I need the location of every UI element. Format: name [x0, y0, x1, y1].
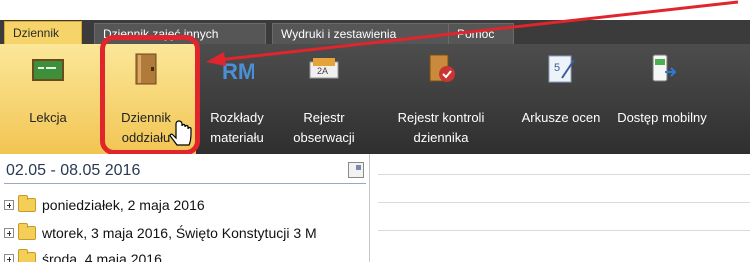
journal-control-register-icon [429, 54, 455, 82]
divider [378, 230, 750, 231]
dziennik-oddzialu-button[interactable]: Dziennik oddziału [96, 44, 196, 154]
svg-text:2A: 2A [317, 66, 328, 76]
left-panel: 02.05 - 08.05 2016 poniedziałek, 2 maja … [0, 154, 370, 262]
observation-register-icon: 2A [309, 58, 339, 79]
grade-sheets-icon: 5 [548, 55, 575, 83]
arkusze-ocen-label: Arkusze ocen [521, 110, 601, 125]
rejestr-kontroli-dziennika-label: Rejestr kontroli dziennika [397, 110, 485, 145]
folder-icon [18, 223, 36, 240]
tree-item-label: poniedziałek, 2 maja 2016 [42, 197, 205, 213]
tab-dziennik-zajec-innych[interactable]: Dziennik zajęć innych [94, 23, 266, 44]
divider [378, 202, 750, 203]
lesson-board-icon [32, 59, 64, 81]
folder-icon [18, 249, 36, 262]
dziennik-oddzialu-label: Dziennik oddziału [121, 110, 171, 145]
expand-icon[interactable] [4, 200, 14, 210]
dostep-mobilny-button[interactable]: Dostęp mobilny [610, 44, 714, 154]
date-range-text: 02.05 - 08.05 2016 [6, 162, 141, 179]
right-panel [372, 154, 750, 262]
tab-pomoc[interactable]: Pomoc [448, 23, 514, 44]
rozklady-materialu-button[interactable]: RM Rozkłady materiału [196, 44, 278, 154]
tab-wydruki-i-zestawienia[interactable]: Wydruki i zestawienia [272, 23, 450, 44]
divider [378, 174, 750, 175]
tab-dziennik[interactable]: Dziennik [4, 21, 82, 44]
date-range-bar[interactable]: 02.05 - 08.05 2016 [4, 160, 366, 184]
arkusze-ocen-button[interactable]: 5 Arkusze ocen [512, 44, 610, 154]
svg-text:5: 5 [554, 62, 560, 74]
rejestr-obserwacji-button[interactable]: 2A Rejestr obserwacji [278, 44, 370, 154]
lekcja-label: Lekcja [29, 110, 67, 125]
lekcja-button[interactable]: Lekcja [0, 44, 96, 154]
folder-icon [18, 195, 36, 212]
rejestr-kontroli-dziennika-button[interactable]: Rejestr kontroli dziennika [370, 44, 512, 154]
expand-icon[interactable] [4, 228, 14, 238]
tree-item-label: środa, 4 maja 2016 [42, 251, 162, 262]
expand-icon[interactable] [4, 254, 14, 262]
mobile-access-icon [652, 54, 677, 82]
class-journal-book-icon [135, 53, 157, 85]
svg-text:RM: RM [222, 59, 254, 84]
calendar-icon[interactable] [348, 162, 364, 178]
ribbon-toolbar: Lekcja Dziennik oddziału RM Rozkłady mat… [0, 44, 750, 154]
dostep-mobilny-label: Dostęp mobilny [617, 110, 707, 125]
rm-syllabus-icon: RM [222, 59, 254, 84]
rozklady-materialu-label: Rozkłady materiału [210, 110, 264, 145]
menu-bar: Dziennik Dziennik zajęć innych Wydruki i… [0, 0, 750, 44]
rejestr-obserwacji-label: Rejestr obserwacji [293, 110, 355, 145]
tree-item-label: wtorek, 3 maja 2016, Święto Konstytucji … [42, 225, 317, 241]
